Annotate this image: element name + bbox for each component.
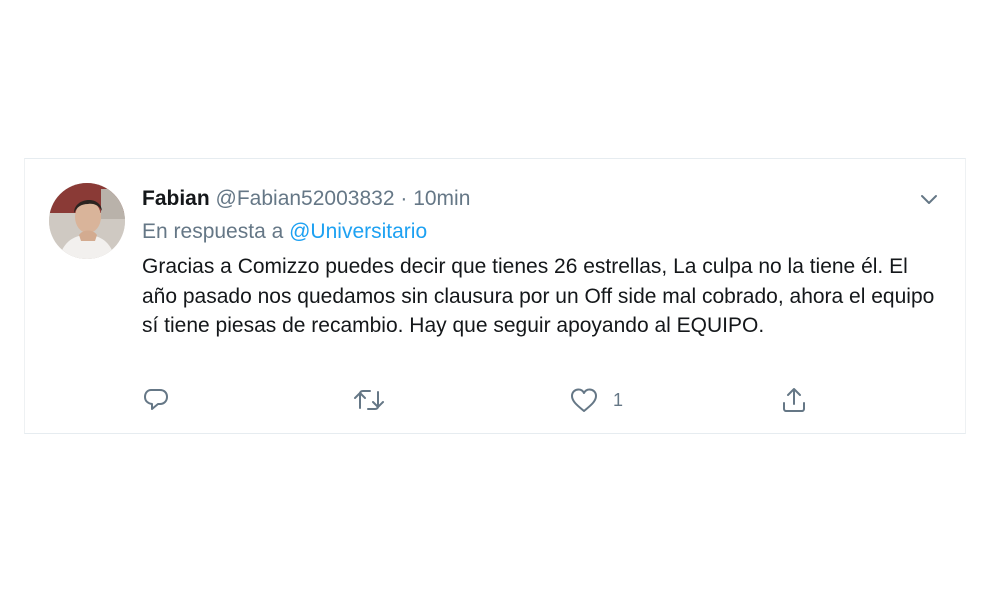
author-name[interactable]: Fabian <box>142 187 210 210</box>
tweet-text: Gracias a Comizzo puedes decir que tiene… <box>142 255 935 337</box>
separator-dot: · <box>400 187 408 210</box>
avatar[interactable] <box>49 183 125 259</box>
author-handle[interactable]: @Fabian52003832 <box>216 187 395 210</box>
chevron-down-icon[interactable] <box>917 187 941 211</box>
retweet-icon <box>353 386 385 414</box>
retweet-button[interactable] <box>353 384 399 416</box>
reply-mention-link[interactable]: @Universitario <box>289 220 427 243</box>
reply-context: En respuesta a @Universitario <box>142 218 427 246</box>
heart-icon <box>569 386 599 414</box>
reply-prefix: En respuesta a <box>142 220 284 243</box>
share-icon <box>780 386 808 414</box>
share-button[interactable] <box>780 384 808 416</box>
reply-button[interactable] <box>142 384 184 416</box>
tweet-header: Fabian @Fabian52003832 · 10min <box>142 185 470 213</box>
like-count: 1 <box>613 389 624 410</box>
speech-bubble-icon <box>142 386 170 414</box>
tweet-card[interactable]: Fabian @Fabian52003832 · 10min En respue… <box>24 158 966 434</box>
like-button[interactable]: 1 <box>569 384 623 416</box>
tweet-actions: 1 <box>142 384 842 416</box>
timestamp[interactable]: 10min <box>413 187 470 210</box>
